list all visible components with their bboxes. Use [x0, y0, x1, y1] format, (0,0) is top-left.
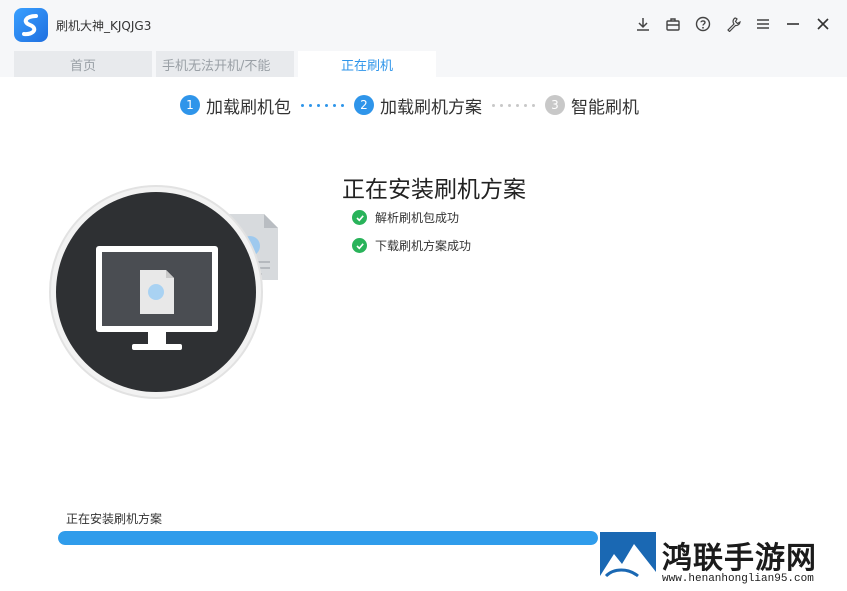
status-text: 解析刷机包成功 — [375, 211, 460, 225]
step-connector — [492, 103, 535, 107]
tab-bar: 首页 手机无法开机/不能 正在刷机 — [0, 50, 847, 77]
step-3: 3 智能刷机 — [545, 93, 639, 118]
progress-label: 正在安装刷机方案 — [66, 512, 163, 526]
watermark-url: www.henanhonglian95.com — [662, 573, 814, 585]
app-title: 刷机大神_KJQJG3 — [56, 19, 152, 33]
step-indicator: 1 加载刷机包 2 加载刷机方案 3 智能刷机 — [180, 92, 639, 118]
close-icon[interactable] — [813, 14, 833, 34]
tab-flashing[interactable]: 正在刷机 — [298, 51, 436, 77]
wrench-icon[interactable] — [723, 14, 743, 34]
minimize-icon[interactable] — [783, 14, 803, 34]
progress-bar — [58, 531, 598, 545]
title-bar: 刷机大神_KJQJG3 — [0, 0, 847, 50]
step-label: 智能刷机 — [571, 97, 639, 118]
watermark-logo — [600, 532, 656, 586]
status-text: 下载刷机方案成功 — [375, 239, 472, 253]
step-number: 3 — [545, 95, 565, 115]
watermark: 鸿联手游网 www.henanhonglian95.com — [598, 531, 847, 591]
menu-icon[interactable] — [753, 14, 773, 34]
step-label: 加载刷机包 — [206, 97, 291, 118]
briefcase-icon[interactable] — [663, 14, 683, 34]
check-icon — [352, 238, 367, 253]
install-illustration — [48, 182, 288, 402]
help-icon[interactable] — [693, 14, 713, 34]
step-label: 加载刷机方案 — [380, 97, 482, 118]
tab-home[interactable]: 首页 — [14, 51, 152, 77]
step-2: 2 加载刷机方案 — [354, 93, 482, 118]
window-controls — [633, 14, 833, 34]
status-item: 解析刷机包成功 — [352, 209, 459, 226]
progress-fill — [58, 531, 598, 545]
step-number: 1 — [180, 95, 200, 115]
step-connector — [301, 103, 344, 107]
step-number: 2 — [354, 95, 374, 115]
check-icon — [352, 210, 367, 225]
page-title: 正在安装刷机方案 — [342, 177, 526, 203]
tab-no-boot[interactable]: 手机无法开机/不能 — [156, 51, 294, 77]
watermark-title: 鸿联手游网 — [662, 541, 817, 576]
status-item: 下载刷机方案成功 — [352, 237, 471, 254]
download-icon[interactable] — [633, 14, 653, 34]
app-logo — [14, 8, 48, 42]
step-1: 1 加载刷机包 — [180, 93, 291, 118]
